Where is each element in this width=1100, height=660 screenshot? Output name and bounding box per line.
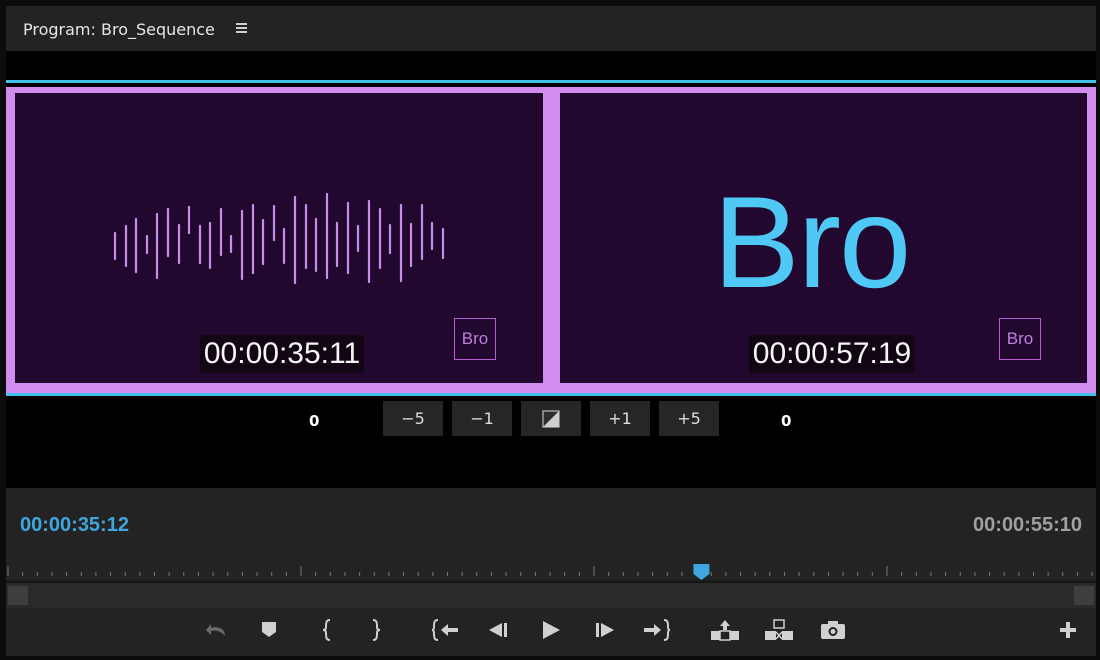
export-frame-button[interactable] bbox=[815, 610, 851, 650]
lift-button[interactable] bbox=[707, 610, 743, 650]
trim-top-line bbox=[6, 80, 1096, 83]
play-icon bbox=[543, 621, 560, 639]
step-back-button[interactable] bbox=[480, 610, 516, 650]
apply-default-transition-button[interactable] bbox=[521, 401, 581, 436]
go-to-in-button[interactable] bbox=[427, 610, 463, 650]
trim-forward-one-button[interactable]: +1 bbox=[590, 401, 650, 436]
step-forward-icon bbox=[596, 623, 614, 637]
button-editor-button[interactable] bbox=[1050, 610, 1086, 650]
scrollbar-left-handle[interactable] bbox=[8, 586, 28, 605]
bro-logo-badge: Bro bbox=[999, 318, 1041, 360]
go-to-in-icon bbox=[431, 619, 458, 641]
outgoing-timecode: 00:00:35:11 bbox=[199, 335, 365, 373]
program-monitor-panel: Program: Bro_Sequence 00:00:35:11 Bro Br… bbox=[6, 6, 1096, 656]
step-forward-button[interactable] bbox=[587, 610, 623, 650]
playhead-marker[interactable] bbox=[693, 564, 710, 580]
mark-in-icon bbox=[322, 619, 331, 641]
mark-out-icon bbox=[372, 619, 381, 641]
scrollbar-right-handle[interactable] bbox=[1074, 586, 1094, 605]
undo-trim-button[interactable] bbox=[199, 610, 235, 650]
time-ruler[interactable] bbox=[6, 558, 1096, 582]
play-button[interactable] bbox=[533, 610, 569, 650]
hamburger-menu-icon[interactable] bbox=[236, 23, 247, 35]
add-button-icon bbox=[1060, 622, 1076, 638]
trim-back-one-button[interactable]: −1 bbox=[452, 401, 512, 436]
step-back-icon bbox=[489, 623, 507, 637]
go-to-out-button[interactable] bbox=[639, 610, 675, 650]
add-marker-icon bbox=[262, 622, 276, 637]
trim-monitor-frame: 00:00:35:11 Bro Bro 00:00:57:19 Bro bbox=[6, 87, 1096, 393]
add-marker-button[interactable] bbox=[251, 610, 287, 650]
export-frame-icon bbox=[821, 621, 845, 639]
undo-icon bbox=[206, 624, 225, 636]
trim-controls: 0 −5 −1 +1 +5 0 bbox=[6, 401, 1096, 441]
zoom-scrollbar[interactable] bbox=[6, 582, 1096, 608]
playhead[interactable] bbox=[693, 564, 710, 580]
bro-logo-badge: Bro bbox=[454, 318, 496, 360]
current-timecode[interactable]: 00:00:35:12 bbox=[20, 514, 129, 537]
mark-in-button[interactable] bbox=[309, 610, 345, 650]
panel-title: Program: Bro_Sequence bbox=[23, 20, 215, 39]
transition-icon bbox=[542, 409, 560, 428]
incoming-clip-viewer[interactable]: Bro 00:00:57:19 Bro bbox=[560, 93, 1087, 383]
incoming-trim-offset: 0 bbox=[781, 412, 792, 430]
outgoing-trim-offset: 0 bbox=[309, 412, 320, 430]
incoming-timecode: 00:00:57:19 bbox=[748, 335, 916, 373]
extract-button[interactable] bbox=[761, 610, 797, 650]
duration-timecode: 00:00:55:10 bbox=[973, 514, 1082, 536]
trim-back-five-button[interactable]: −5 bbox=[383, 401, 443, 436]
lift-icon bbox=[711, 620, 739, 641]
outgoing-clip-viewer[interactable]: 00:00:35:11 Bro bbox=[15, 93, 543, 383]
bro-title-text: Bro bbox=[713, 169, 911, 315]
mark-out-button[interactable] bbox=[358, 610, 394, 650]
trim-bottom-line bbox=[6, 393, 1096, 396]
extract-icon bbox=[765, 619, 793, 640]
trim-forward-five-button[interactable]: +5 bbox=[659, 401, 719, 436]
go-to-out-icon bbox=[644, 619, 671, 641]
transport-area: 00:00:35:12 00:00:55:10 bbox=[6, 488, 1096, 656]
panel-header: Program: Bro_Sequence bbox=[6, 6, 1096, 51]
